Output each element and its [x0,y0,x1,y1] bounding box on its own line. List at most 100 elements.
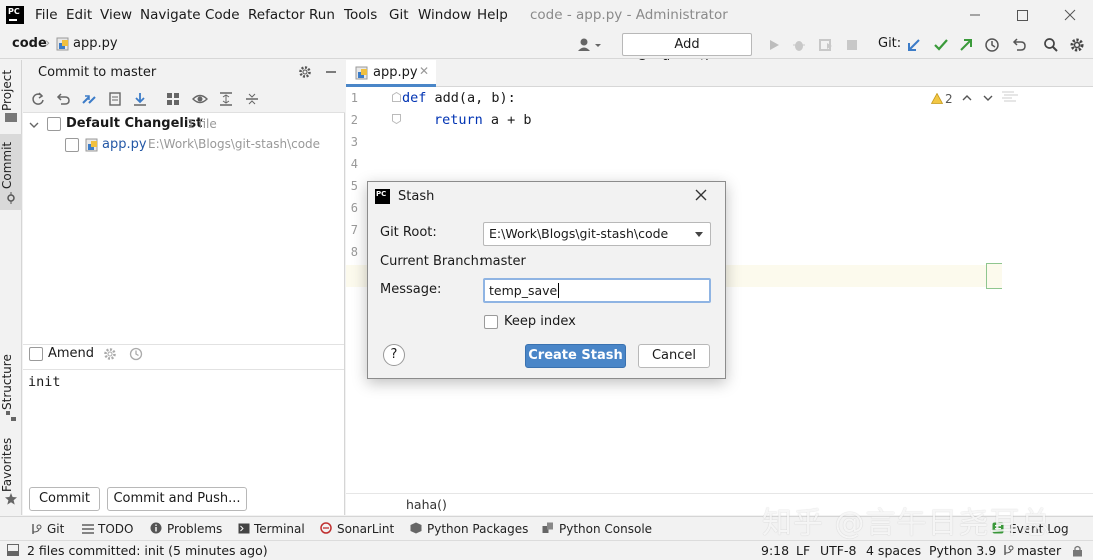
minimize-icon[interactable] [965,6,985,24]
breadcrumb-project[interactable]: code [12,36,47,51]
user-icon[interactable] [577,37,603,53]
group-by-icon[interactable] [166,92,180,106]
download-icon[interactable] [133,92,147,106]
search-icon[interactable] [1043,37,1059,53]
fold-end-marker-icon[interactable] [392,114,401,124]
recent-messages-clock-icon[interactable] [129,347,143,361]
status-bar-toggle-icon[interactable] [7,544,19,556]
show-diff-icon[interactable] [81,92,97,106]
warning-icon[interactable] [931,93,943,104]
stop-icon[interactable] [845,38,859,52]
changed-file-name[interactable]: app.py [102,137,147,152]
create-stash-button[interactable]: Create Stash [525,344,626,368]
caret-position[interactable]: 9:18 [761,543,789,558]
watermark: 知乎 @言午日尧耳总 [762,506,1052,541]
menu-edit[interactable]: Edit [66,7,92,23]
tool-tab-problems[interactable]: Problems [167,522,222,536]
menu-navigate[interactable]: Navigate [140,7,201,23]
commit-tool-tab[interactable]: Commit [0,140,22,190]
expand-all-icon[interactable] [219,92,233,106]
file-encoding[interactable]: UTF-8 [820,543,856,558]
tool-tab-python-packages[interactable]: Python Packages [427,522,528,536]
tool-tab-sonarlint[interactable]: SonarLint [337,522,394,536]
amend-checkbox[interactable] [29,347,43,361]
menu-help[interactable]: Help [477,7,508,23]
close-window-icon[interactable] [1060,6,1080,24]
rollback-icon[interactable] [1011,37,1027,53]
settings-gear-icon[interactable] [1069,37,1085,53]
refresh-icon[interactable] [31,92,45,106]
stash-dialog: PC Stash Git Root: E:\Work\Blogs\git-sta… [367,181,726,379]
history-icon[interactable] [984,37,1000,53]
commit-button[interactable]: Commit [29,487,100,511]
changelist-name[interactable]: Default Changelist [66,116,202,131]
menu-code[interactable]: Code [205,7,240,23]
stash-message-input[interactable]: temp_save [483,278,711,303]
git-update-icon[interactable] [906,37,922,53]
chevron-down-icon[interactable] [983,94,993,102]
eye-icon[interactable] [192,92,208,106]
shelve-icon[interactable] [108,92,122,106]
status-message[interactable]: 2 files committed: init (5 minutes ago) [27,543,268,558]
current-branch-label: Current Branch: [380,254,484,269]
tool-tab-git[interactable]: Git [47,522,64,536]
keep-index-label: Keep index [504,314,576,329]
navigation-bar: code › app.py Add Configuration... Git: [0,31,1093,73]
commit-panel-title: Commit to master [38,65,157,80]
lock-icon[interactable] [1072,545,1083,557]
panel-minimize-icon[interactable] [324,65,338,79]
panel-settings-icon[interactable] [298,65,312,79]
git-branch-status[interactable]: master [1017,543,1061,558]
tool-tab-terminal[interactable]: Terminal [254,522,305,536]
menu-refactor[interactable]: Refactor [248,7,305,23]
coverage-icon[interactable] [818,37,834,53]
help-button[interactable]: ? [383,344,405,366]
favorites-tool-tab[interactable]: Favorites [0,438,22,492]
commit-options-gear-icon[interactable] [103,347,117,361]
menu-git[interactable]: Git [389,7,409,23]
commit-message-editor[interactable]: init [23,370,344,485]
collapse-all-icon[interactable] [245,92,259,106]
editor-tab-app-py[interactable]: app.py ✕ [346,60,436,87]
git-commit-icon[interactable] [933,37,949,53]
fold-marker-icon[interactable] [392,92,401,102]
project-tool-tab[interactable]: Project [0,68,22,112]
python-console-icon [542,522,554,534]
editor-breadcrumb[interactable]: haha() [406,497,447,512]
menu-view[interactable]: View [100,7,132,23]
file-checkbox[interactable] [65,138,79,152]
python-interpreter[interactable]: Python 3.9 [929,543,996,558]
code-line-1[interactable]: def add(a, b): [402,90,516,106]
breadcrumb-file[interactable]: app.py [73,36,118,51]
add-configuration-button[interactable]: Add Configuration... [622,33,752,73]
maximize-icon[interactable] [1012,6,1032,24]
close-icon[interactable] [694,188,708,202]
run-icon[interactable] [767,38,781,52]
keep-index-checkbox[interactable] [484,315,498,329]
cancel-button[interactable]: Cancel [638,344,710,368]
rollback-changes-icon[interactable] [56,92,70,106]
changelist-checkbox[interactable] [47,117,61,131]
menu-window[interactable]: Window [418,7,471,23]
chevron-down-icon[interactable] [29,120,39,130]
commit-and-push-button[interactable]: Commit and Push... [107,487,247,511]
code-line-2[interactable]: return a + b [434,112,532,128]
warning-count[interactable]: 2 [945,92,953,106]
git-root-select[interactable]: E:\Work\Blogs\git-stash\code [483,222,711,246]
line-number: 7 [350,223,358,237]
sonarlint-icon [320,522,332,534]
line-separator[interactable]: LF [796,543,810,558]
indent-setting[interactable]: 4 spaces [866,543,921,558]
git-branch-icon [1002,544,1014,556]
structure-tool-tab[interactable]: Structure [0,352,22,412]
commit-node-icon [5,192,17,204]
tool-tab-python-console[interactable]: Python Console [559,522,652,536]
close-tab-icon[interactable]: ✕ [419,64,429,78]
debug-icon[interactable] [791,37,807,53]
tool-tab-todo[interactable]: TODO [98,522,133,536]
menu-tools[interactable]: Tools [344,7,377,23]
git-push-icon[interactable] [958,37,974,53]
menu-run[interactable]: Run [309,7,335,23]
chevron-up-icon[interactable] [962,94,972,102]
menu-file[interactable]: File [35,7,58,23]
